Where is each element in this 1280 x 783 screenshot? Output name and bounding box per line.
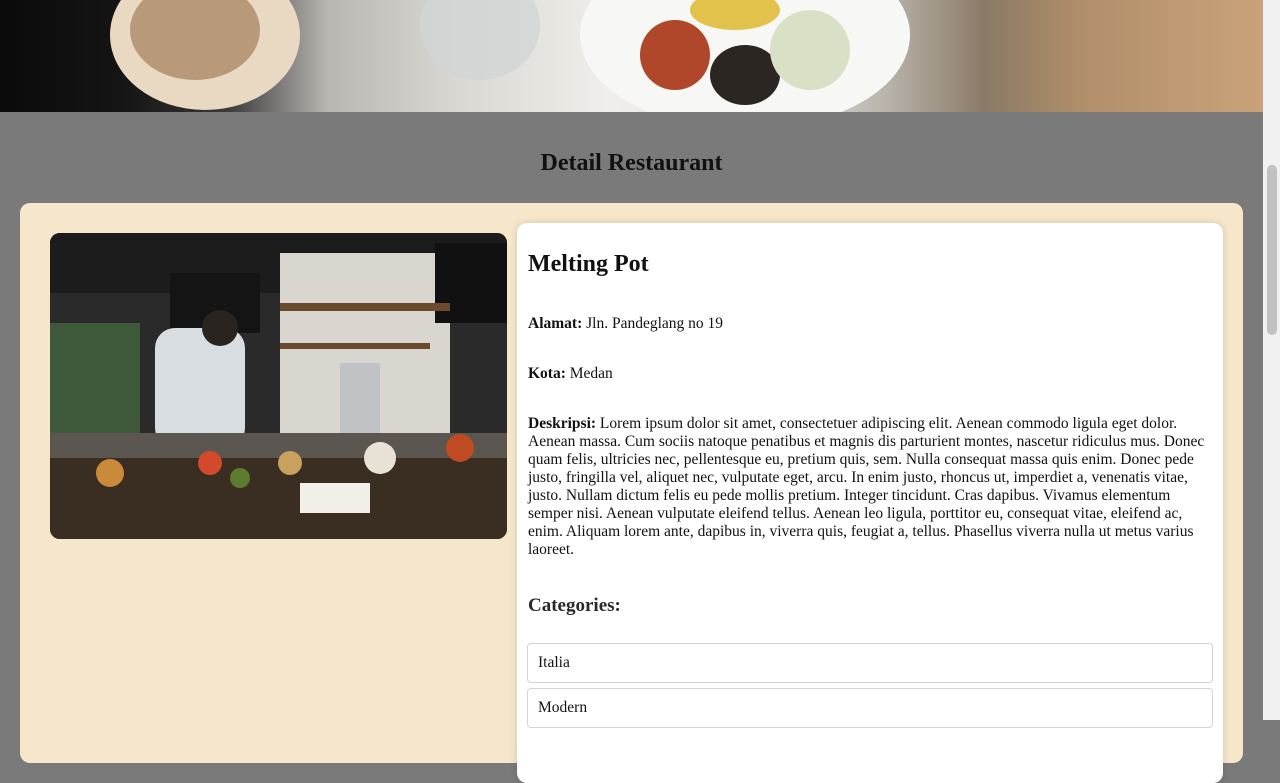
restaurant-name: Melting Pot [528,251,649,277]
hero-banner-image [0,0,1263,112]
restaurant-info-panel: Melting Pot Alamat: Jln. Pandeglang no 1… [517,223,1223,783]
address-label: Alamat: [528,315,583,332]
address-value: Jln. Pandeglang no 19 [586,315,724,332]
category-item: Italia [527,643,1213,683]
city-row: Kota: Medan [528,365,1213,383]
restaurant-photo [50,233,507,539]
categories-heading: Categories: [528,595,621,616]
description-label: Deskripsi: [528,415,597,432]
category-item: Modern [527,688,1213,728]
city-label: Kota: [528,365,566,382]
vertical-scrollbar[interactable] [1263,0,1280,720]
page-title: Detail Restaurant [540,150,723,176]
scrollbar-thumb[interactable] [1267,165,1277,335]
description-value: Lorem ipsum dolor sit amet, consectetuer… [528,415,1205,558]
description-row: Deskripsi: Lorem ipsum dolor sit amet, c… [528,415,1213,559]
address-row: Alamat: Jln. Pandeglang no 19 [528,315,1213,333]
city-value: Medan [569,365,613,382]
restaurant-detail-card: Melting Pot Alamat: Jln. Pandeglang no 1… [20,203,1243,783]
